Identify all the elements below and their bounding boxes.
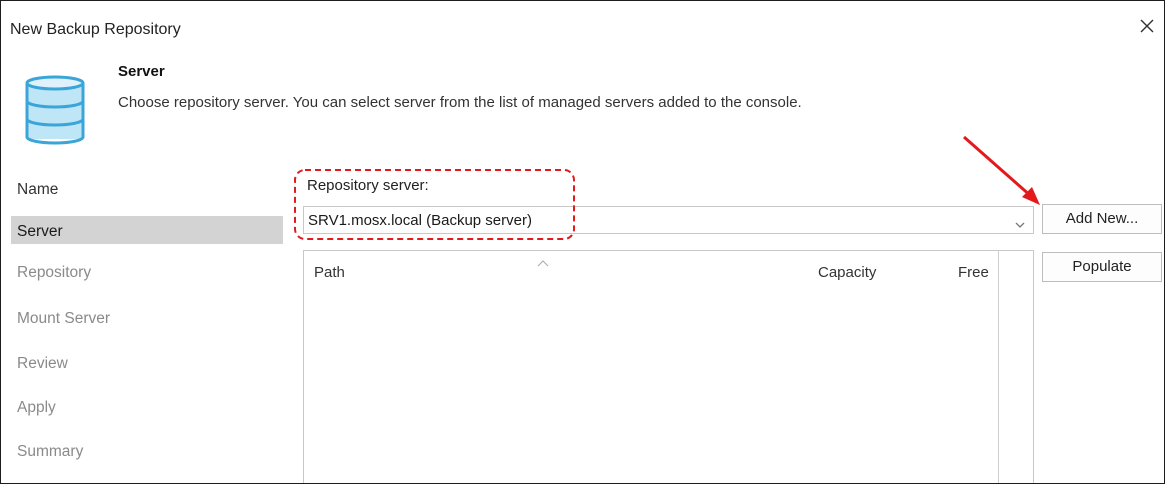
close-icon[interactable] <box>1136 15 1158 37</box>
column-header-capacity[interactable]: Capacity <box>818 264 876 281</box>
populate-button[interactable]: Populate <box>1042 252 1162 282</box>
column-header-path[interactable]: Path <box>314 264 345 281</box>
nav-step-apply: Apply <box>17 399 56 416</box>
sort-indicator-icon <box>537 254 549 272</box>
dialog-window: New Backup Repository Server Choose repo… <box>0 0 1165 484</box>
nav-step-mount-server: Mount Server <box>17 310 111 327</box>
column-header-free[interactable]: Free <box>958 264 989 281</box>
step-title: Server <box>118 63 165 80</box>
wizard-steps-nav: Name Server Repository Mount Server Revi… <box>11 171 283 477</box>
step-description: Choose repository server. You can select… <box>118 94 802 111</box>
nav-step-review: Review <box>17 355 68 372</box>
nav-step-server[interactable]: Server <box>11 216 283 244</box>
database-icon <box>25 75 85 150</box>
volumes-table[interactable]: Path Capacity Free <box>303 250 1034 483</box>
table-header: Path Capacity Free <box>304 251 1033 285</box>
annotation-arrow <box>963 135 1040 205</box>
nav-step-repository: Repository <box>17 264 92 281</box>
window-title: New Backup Repository <box>10 21 181 38</box>
annotation-highlight-box <box>294 169 575 240</box>
add-new-button[interactable]: Add New... <box>1042 204 1162 234</box>
chevron-down-icon[interactable] <box>1015 216 1025 234</box>
nav-step-name[interactable]: Name <box>11 171 283 216</box>
column-divider <box>998 251 999 483</box>
nav-step-summary: Summary <box>17 443 84 460</box>
